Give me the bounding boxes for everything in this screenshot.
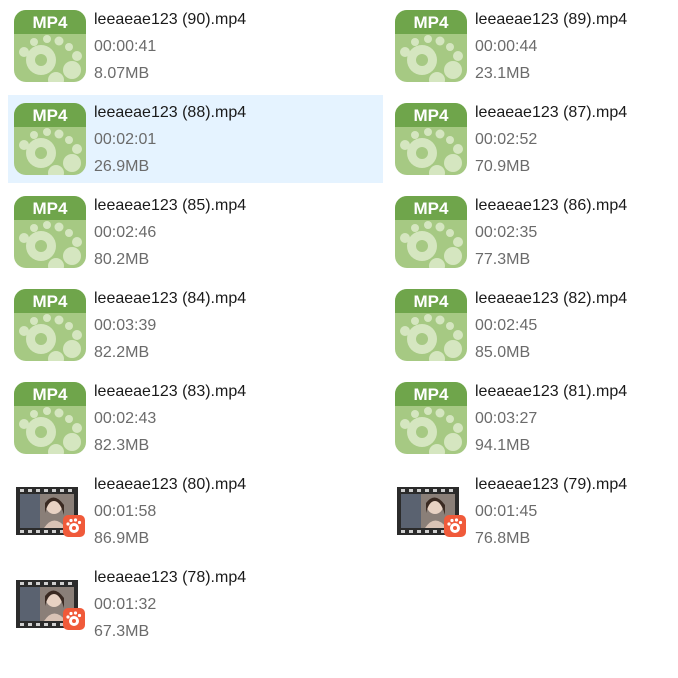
mp4-file-icon: MP4 — [395, 10, 467, 82]
svg-text:MP4: MP4 — [33, 199, 69, 218]
file-size: 94.1MB — [475, 437, 531, 454]
file-name: leeaeae123 (83).mp4 — [94, 383, 247, 400]
file-tile[interactable]: leeaeae123 (78).mp4 00:01:32 67.3MB — [8, 560, 383, 648]
file-size: 23.1MB — [475, 65, 531, 82]
svg-text:MP4: MP4 — [33, 385, 69, 404]
file-duration: 00:02:46 — [94, 224, 157, 241]
file-size: 8.07MB — [94, 65, 150, 82]
mp4-file-icon: MP4 — [14, 289, 86, 361]
file-duration: 00:03:27 — [475, 410, 538, 427]
mp4-file-icon: MP4 — [395, 196, 467, 268]
svg-text:MP4: MP4 — [414, 385, 450, 404]
file-size: 82.2MB — [94, 344, 150, 361]
file-duration: 00:03:39 — [94, 317, 157, 334]
file-name: leeaeae123 (86).mp4 — [475, 197, 628, 214]
file-size: 77.3MB — [475, 251, 531, 268]
file-tile[interactable]: MP4 leeaeae123 (90).mp4 00:00:41 8.07MB — [8, 2, 383, 90]
file-tile[interactable]: MP4 leeaeae123 (84).mp4 00:03:39 82.2MB — [8, 281, 383, 369]
file-duration: 00:02:45 — [475, 317, 538, 334]
file-size: 26.9MB — [94, 158, 150, 175]
mp4-file-icon: MP4 — [14, 103, 86, 175]
file-tile[interactable]: MP4 leeaeae123 (82).mp4 00:02:45 85.0MB — [389, 281, 678, 369]
file-name: leeaeae123 (80).mp4 — [94, 476, 247, 493]
svg-text:MP4: MP4 — [33, 106, 69, 125]
file-size: 80.2MB — [94, 251, 150, 268]
file-duration: 00:02:43 — [94, 410, 157, 427]
svg-text:MP4: MP4 — [33, 292, 69, 311]
file-tile[interactable]: MP4 leeaeae123 (83).mp4 00:02:43 82.3MB — [8, 374, 383, 462]
video-thumbnail-icon — [14, 475, 86, 547]
file-name: leeaeae123 (82).mp4 — [475, 290, 628, 307]
file-tile[interactable]: MP4 leeaeae123 (81).mp4 00:03:27 94.1MB — [389, 374, 678, 462]
mp4-file-icon: MP4 — [14, 196, 86, 268]
svg-text:MP4: MP4 — [414, 13, 450, 32]
file-duration: 00:01:32 — [94, 596, 157, 613]
file-size: 76.8MB — [475, 530, 531, 547]
file-name: leeaeae123 (87).mp4 — [475, 104, 628, 121]
svg-text:MP4: MP4 — [414, 106, 450, 125]
file-duration: 00:02:35 — [475, 224, 538, 241]
file-name: leeaeae123 (89).mp4 — [475, 11, 628, 28]
mp4-file-icon: MP4 — [14, 382, 86, 454]
file-duration: 00:00:41 — [94, 38, 157, 55]
file-duration: 00:02:01 — [94, 131, 157, 148]
file-duration: 00:00:44 — [475, 38, 538, 55]
file-tile[interactable]: MP4 leeaeae123 (89).mp4 00:00:44 23.1MB — [389, 2, 678, 90]
file-name: leeaeae123 (78).mp4 — [94, 569, 247, 586]
file-name: leeaeae123 (81).mp4 — [475, 383, 628, 400]
file-size: 86.9MB — [94, 530, 150, 547]
mp4-file-icon: MP4 — [395, 289, 467, 361]
mp4-file-icon: MP4 — [14, 10, 86, 82]
file-name: leeaeae123 (88).mp4 — [94, 104, 247, 121]
file-duration: 00:01:45 — [475, 503, 538, 520]
file-size: 70.9MB — [475, 158, 531, 175]
video-thumbnail-icon — [14, 568, 86, 640]
file-duration: 00:01:58 — [94, 503, 157, 520]
file-tile[interactable]: MP4 leeaeae123 (86).mp4 00:02:35 77.3MB — [389, 188, 678, 276]
file-name: leeaeae123 (79).mp4 — [475, 476, 628, 493]
file-size: 67.3MB — [94, 623, 150, 640]
file-size: 85.0MB — [475, 344, 531, 361]
file-tile[interactable]: MP4 leeaeae123 (88).mp4 00:02:01 26.9MB — [8, 95, 383, 183]
file-tile[interactable]: MP4 leeaeae123 (87).mp4 00:02:52 70.9MB — [389, 95, 678, 183]
file-tile[interactable]: leeaeae123 (80).mp4 00:01:58 86.9MB — [8, 467, 383, 555]
mp4-file-icon: MP4 — [395, 103, 467, 175]
file-name: leeaeae123 (90).mp4 — [94, 11, 247, 28]
file-name: leeaeae123 (84).mp4 — [94, 290, 247, 307]
video-thumbnail-icon — [395, 475, 467, 547]
mp4-file-icon: MP4 — [395, 382, 467, 454]
file-size: 82.3MB — [94, 437, 150, 454]
file-duration: 00:02:52 — [475, 131, 538, 148]
file-tile[interactable]: leeaeae123 (79).mp4 00:01:45 76.8MB — [389, 467, 678, 555]
file-name: leeaeae123 (85).mp4 — [94, 197, 247, 214]
file-tile[interactable]: MP4 leeaeae123 (85).mp4 00:02:46 80.2MB — [8, 188, 383, 276]
svg-text:MP4: MP4 — [33, 13, 69, 32]
svg-text:MP4: MP4 — [414, 199, 450, 218]
svg-text:MP4: MP4 — [414, 292, 450, 311]
